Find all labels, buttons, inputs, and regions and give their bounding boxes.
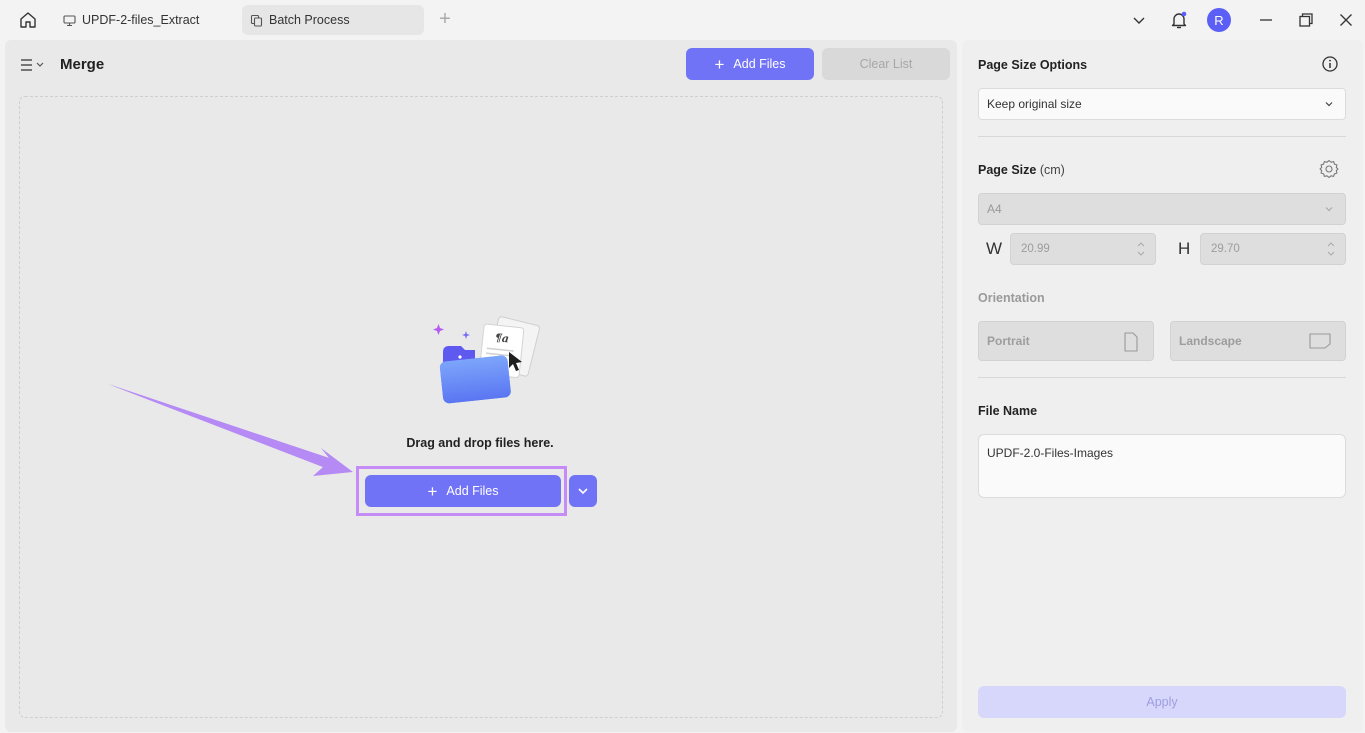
- portrait-label: Portrait: [987, 334, 1030, 348]
- tab-label: Batch Process: [269, 13, 350, 27]
- add-files-button[interactable]: + Add Files: [686, 48, 814, 80]
- height-value: 29.70: [1211, 243, 1240, 255]
- chevron-down-icon: [1325, 102, 1333, 107]
- page-size-title-text: Page Size: [978, 163, 1037, 177]
- divider: [978, 136, 1346, 137]
- landscape-label: Landscape: [1179, 334, 1242, 348]
- spinner-icon: [1137, 242, 1145, 256]
- settings-panel: Page Size Options Keep original size Pag…: [962, 40, 1363, 732]
- gear-icon[interactable]: [1319, 159, 1339, 179]
- restore-icon[interactable]: [1294, 8, 1318, 32]
- title-bar: UPDF-2-files_Extract Batch Process + R: [0, 0, 1365, 40]
- apply-label: Apply: [1146, 695, 1178, 709]
- tab-batch-process[interactable]: Batch Process: [242, 5, 424, 35]
- folder-files-illustration: ¶a: [433, 316, 540, 404]
- monitor-icon: [63, 13, 77, 27]
- height-input[interactable]: 29.70: [1200, 233, 1346, 265]
- page-title: Merge: [60, 56, 105, 73]
- tab-label: UPDF-2-files_Extract: [82, 13, 200, 27]
- spinner-icon: [1327, 242, 1335, 256]
- add-files-label: Add Files: [733, 57, 786, 71]
- home-icon[interactable]: [14, 8, 42, 32]
- portrait-page-icon: [1124, 332, 1138, 352]
- height-label: H: [1178, 239, 1191, 258]
- divider: [978, 377, 1346, 378]
- page-size-options-title: Page Size Options: [978, 58, 1088, 72]
- file-name-input[interactable]: UPDF-2.0-Files-Images: [978, 434, 1346, 498]
- landscape-page-icon: [1309, 333, 1331, 349]
- file-name-title: File Name: [978, 404, 1038, 418]
- add-files-dropdown-button[interactable]: [569, 475, 597, 507]
- new-tab-plus-icon[interactable]: +: [436, 9, 454, 30]
- portrait-button[interactable]: Portrait: [978, 321, 1154, 361]
- user-avatar[interactable]: R: [1207, 8, 1231, 32]
- paper-size-select[interactable]: A4: [978, 193, 1346, 225]
- chevron-down-icon[interactable]: [1127, 8, 1151, 32]
- merge-panel: Merge + Add Files Clear List ¶a Drag and…: [5, 40, 957, 732]
- page-size-title: Page Size (cm): [978, 163, 1065, 177]
- select-value: A4: [987, 202, 1002, 216]
- landscape-button[interactable]: Landscape: [1170, 321, 1346, 361]
- select-value: Keep original size: [987, 97, 1082, 111]
- width-input[interactable]: 20.99: [1010, 233, 1156, 265]
- chevron-down-icon: [1325, 207, 1333, 212]
- close-icon[interactable]: [1334, 8, 1358, 32]
- orientation-title: Orientation: [978, 291, 1045, 305]
- clear-list-label: Clear List: [859, 57, 913, 71]
- page-size-option-select[interactable]: Keep original size: [978, 88, 1346, 120]
- clear-list-button[interactable]: Clear List: [822, 48, 950, 80]
- plus-icon: +: [714, 54, 725, 74]
- illustration-text: ¶a: [494, 331, 509, 345]
- notification-bell-icon[interactable]: [1167, 8, 1191, 32]
- menu-button[interactable]: [20, 56, 48, 74]
- add-files-main-label: Add Files: [446, 484, 499, 498]
- pointer-arrow-annotation: [108, 384, 353, 476]
- batch-icon: [250, 13, 264, 27]
- info-icon[interactable]: [1320, 54, 1340, 74]
- plus-icon: +: [427, 481, 438, 501]
- apply-button[interactable]: Apply: [978, 686, 1346, 718]
- minimize-icon[interactable]: [1254, 8, 1278, 32]
- page-size-unit: (cm): [1039, 163, 1065, 177]
- chevron-down-icon: [578, 488, 588, 495]
- add-files-main-button[interactable]: + Add Files: [365, 475, 561, 507]
- tab-updf-extract[interactable]: UPDF-2-files_Extract: [55, 5, 237, 35]
- width-label: W: [986, 239, 1003, 258]
- file-name-value: UPDF-2.0-Files-Images: [987, 446, 1114, 460]
- width-value: 20.99: [1021, 243, 1050, 255]
